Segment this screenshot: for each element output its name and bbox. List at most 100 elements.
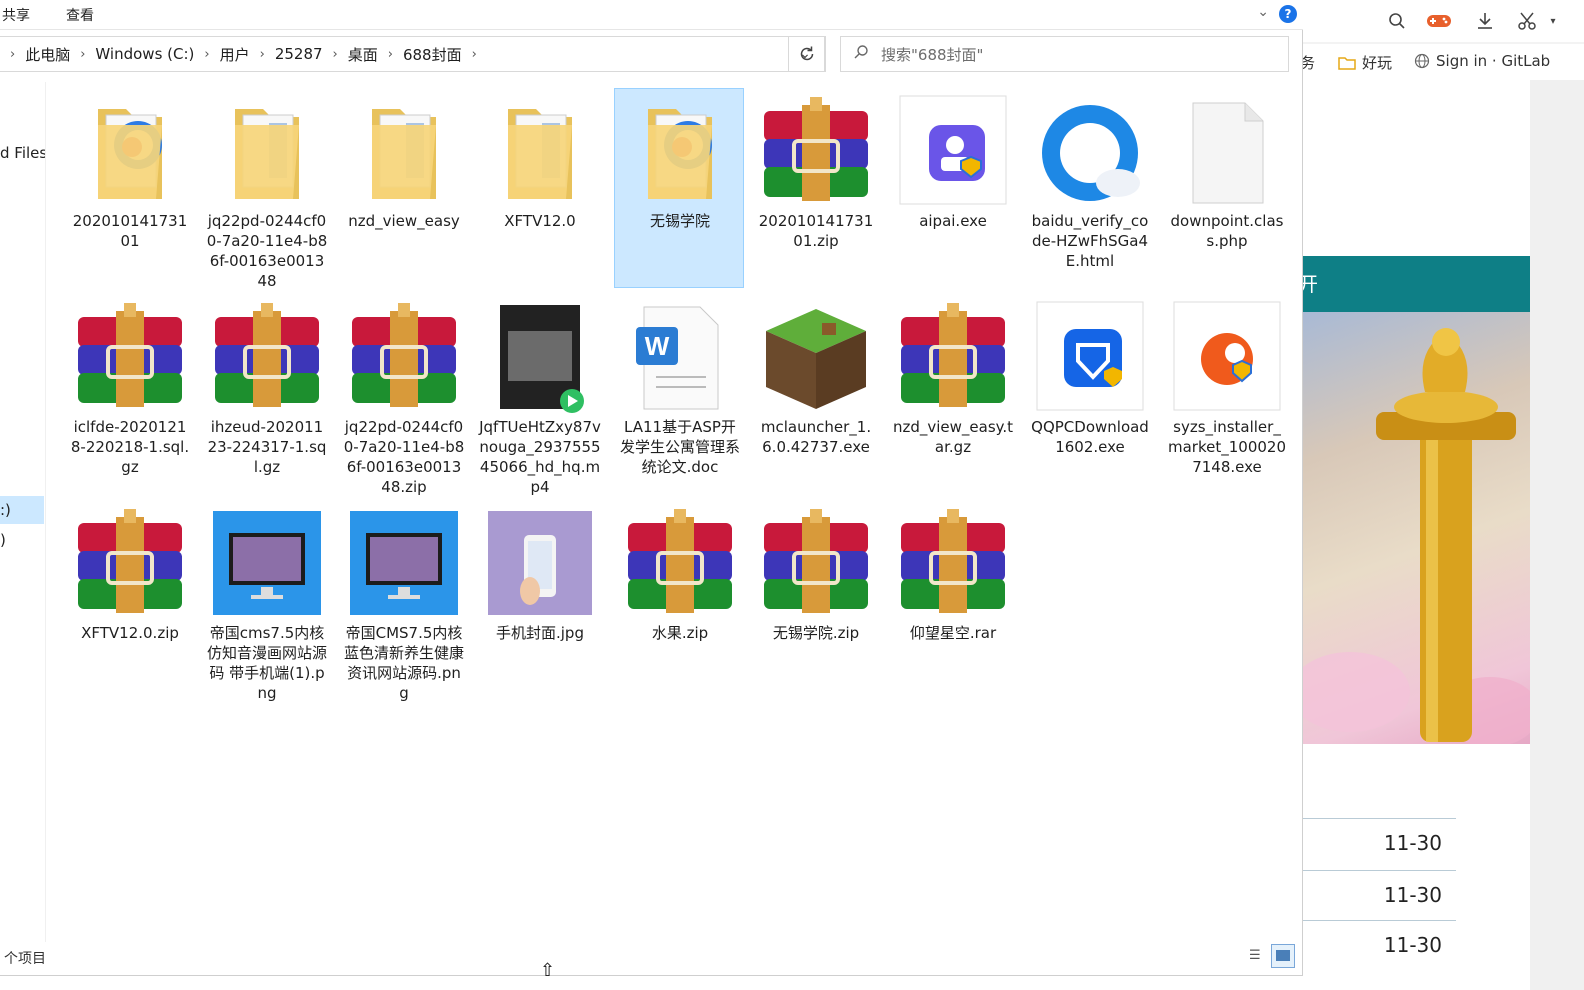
file-item[interactable]: XFTV12.0.zip	[64, 500, 194, 700]
breadcrumb-688-cover[interactable]: 688封面	[403, 44, 462, 65]
chevron-down-icon[interactable]: ▾	[1540, 8, 1566, 34]
file-item[interactable]: 20201014173101	[64, 88, 194, 288]
file-item[interactable]: downpoint.class.php	[1161, 88, 1291, 288]
file-item[interactable]: 仰望星空.rar	[887, 500, 1017, 700]
file-item[interactable]: baidu_verify_code-HZwFhSGa4E.html	[1024, 88, 1154, 288]
file-name: JqfTUeHtZxy87vnouga_293755545066_hd_hq.m…	[479, 418, 601, 496]
details-view-icon[interactable]: ☰	[1249, 948, 1269, 968]
chevron-right-icon[interactable]: ›	[388, 47, 393, 62]
item-count: 个项目	[4, 951, 46, 967]
bookmark-gitlab[interactable]: Sign in · GitLab	[1414, 52, 1550, 70]
news-date: 11-30	[1383, 883, 1442, 907]
breadcrumb-windows-c[interactable]: Windows (C:)	[95, 45, 194, 63]
file-explorer-window: 共享 查看 ⌄ ? › 此电脑 › Windows (C:) › 用户 › 25…	[0, 0, 1303, 976]
address-bar[interactable]: › 此电脑 › Windows (C:) › 用户 › 25287 › 桌面 ›…	[0, 36, 825, 72]
file-name: iclfde-20201218-220218-1.sql.gz	[70, 418, 190, 476]
teal-banner[interactable]: 开	[1290, 256, 1530, 312]
file-name: 仰望星空.rar	[909, 624, 997, 642]
file-item[interactable]: 手机封面.jpg	[474, 500, 604, 700]
winrar-archive-icon	[762, 507, 870, 619]
winrar-archive-icon	[350, 301, 458, 413]
file-item[interactable]: 帝国CMS7.5内核蓝色清新养生健康资讯网站源码.png	[338, 500, 468, 702]
folder-icon	[626, 95, 734, 207]
file-item[interactable]: JqfTUeHtZxy87vnouga_293755545066_hd_hq.m…	[474, 294, 604, 496]
file-item[interactable]: syzs_installer_market_1000207148.exe	[1161, 294, 1291, 494]
phone-cover-image-icon	[486, 507, 594, 619]
folder-icon	[486, 95, 594, 207]
file-item[interactable]: nzd_view_easy.tar.gz	[887, 294, 1017, 494]
file-item[interactable]: jq22pd-0244cf00-7a20-11e4-b86f-00163e001…	[201, 88, 331, 290]
scissors-icon[interactable]	[1514, 8, 1540, 34]
gamepad-icon[interactable]	[1426, 8, 1452, 34]
file-name: jq22pd-0244cf00-7a20-11e4-b86f-00163e001…	[343, 418, 465, 496]
folder-icon	[350, 95, 458, 207]
news-row[interactable]: 11-30	[1290, 870, 1456, 920]
breadcrumb-desktop[interactable]: 桌面	[348, 44, 378, 65]
svg-text:W: W	[645, 331, 670, 361]
search-icon[interactable]	[1384, 8, 1410, 34]
file-item[interactable]: aipai.exe	[887, 88, 1017, 288]
file-name: XFTV12.0	[504, 212, 576, 230]
search-input[interactable]: 搜索"688封面"	[881, 44, 983, 65]
refresh-button[interactable]	[788, 36, 826, 72]
nav-item-files[interactable]: d Files	[0, 144, 45, 162]
file-item[interactable]: jq22pd-0244cf00-7a20-11e4-b86f-00163e001…	[338, 294, 468, 496]
blank-file-icon	[1173, 95, 1281, 207]
breadcrumb-user-25287[interactable]: 25287	[275, 45, 323, 63]
file-item[interactable]: QQPCDownload1602.exe	[1024, 294, 1154, 494]
winrar-archive-icon	[626, 507, 734, 619]
background-browser-window[interactable]: ▾ 务 好玩 Sign in · GitLab 开 11-30 11-30 11…	[1290, 0, 1584, 990]
file-item[interactable]: XFTV12.0	[474, 88, 604, 288]
news-row[interactable]: 11-30	[1290, 920, 1456, 970]
file-name: ihzeud-20201123-224317-1.sql.gz	[207, 418, 327, 476]
nav-item-drive[interactable]: )	[0, 531, 45, 549]
winrar-archive-icon	[899, 301, 1007, 413]
bookmark-folder-haowan[interactable]: 好玩	[1338, 52, 1392, 73]
page-margin	[1530, 80, 1584, 990]
chevron-down-icon[interactable]: ⌄	[1257, 4, 1269, 20]
file-grid: 20201014173101 jq22pd-0244cf00-7a20-11e4-…	[64, 88, 1294, 938]
breadcrumb-users[interactable]: 用户	[220, 44, 250, 65]
chevron-right-icon[interactable]: ›	[333, 47, 338, 62]
news-row[interactable]: 11-30	[1290, 818, 1456, 868]
file-item[interactable]: 无锡学院.zip	[750, 500, 880, 700]
chevron-right-icon[interactable]: ›	[260, 47, 265, 62]
winrar-archive-icon	[899, 507, 1007, 619]
tab-share[interactable]: 共享	[2, 5, 30, 25]
large-icons-view-icon[interactable]	[1271, 944, 1295, 968]
web-page-content: 开 11-30 11-30 11-30	[1290, 80, 1584, 990]
file-name: baidu_verify_code-HZwFhSGa4E.html	[1031, 212, 1149, 270]
file-name: downpoint.class.php	[1170, 212, 1284, 250]
search-icon	[841, 44, 881, 64]
chevron-right-icon[interactable]: ›	[10, 47, 15, 62]
file-item[interactable]: ihzeud-20201123-224317-1.sql.gz	[201, 294, 331, 494]
bookmarks-bar: 务 好玩 Sign in · GitLab	[1290, 44, 1584, 80]
refresh-icon	[800, 46, 814, 61]
chevron-right-icon[interactable]: ›	[204, 47, 209, 62]
word-document-icon: W	[626, 301, 734, 413]
navigation-pane: d Files :) )	[0, 82, 46, 942]
folder-icon	[76, 95, 184, 207]
monitor-screenshot-icon	[213, 507, 321, 619]
tab-view[interactable]: 查看	[66, 5, 94, 25]
download-icon[interactable]	[1472, 8, 1498, 34]
file-item[interactable]: 20201014173101.zip	[750, 88, 880, 288]
help-icon[interactable]: ?	[1279, 5, 1297, 23]
hero-image-huabiao	[1290, 312, 1530, 744]
file-name: QQPCDownload1602.exe	[1031, 418, 1149, 456]
chevron-right-icon[interactable]: ›	[472, 47, 477, 62]
file-name: 帝国cms7.5内核仿知音漫画网站源码 带手机端(1).png	[206, 624, 327, 702]
file-item[interactable]: mclauncher_1.6.0.42737.exe	[750, 294, 880, 494]
file-item[interactable]: 帝国cms7.5内核仿知音漫画网站源码 带手机端(1).png	[201, 500, 331, 702]
search-box[interactable]: 搜索"688封面"	[840, 36, 1289, 72]
winrar-archive-icon	[76, 301, 184, 413]
nav-item-drive[interactable]: :)	[0, 501, 45, 519]
chevron-right-icon[interactable]: ›	[80, 47, 85, 62]
file-item[interactable]: 水果.zip	[614, 500, 744, 700]
file-item[interactable]: 无锡学院	[614, 88, 744, 288]
winrar-archive-icon	[762, 95, 870, 207]
breadcrumb-this-pc[interactable]: 此电脑	[25, 44, 70, 65]
file-item[interactable]: W LA11基于ASP开发学生公寓管理系统论文.doc	[614, 294, 744, 494]
file-item[interactable]: iclfde-20201218-220218-1.sql.gz	[64, 294, 194, 494]
file-item[interactable]: nzd_view_easy	[338, 88, 468, 288]
